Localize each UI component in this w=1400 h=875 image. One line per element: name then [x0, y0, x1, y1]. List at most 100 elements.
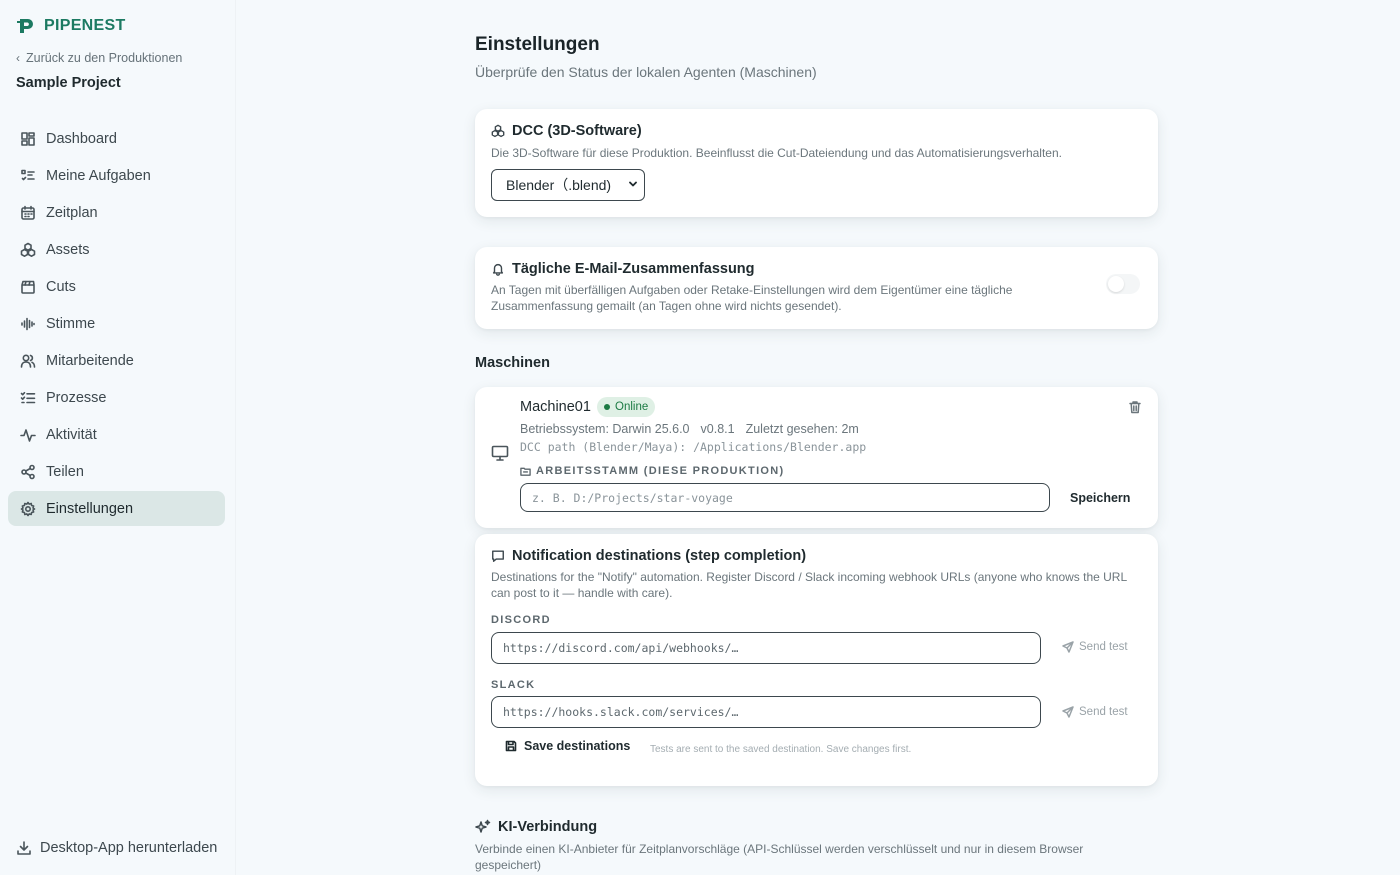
send-icon: [1062, 641, 1074, 653]
pipenest-logo-icon: [17, 19, 33, 33]
daily-email-title-label: Tägliche E-Mail-Zusammenfassung: [512, 261, 755, 277]
clapperboard-icon: [20, 279, 36, 295]
dcc-select[interactable]: Blender（.blend): [491, 169, 645, 201]
dashboard-icon: [20, 131, 36, 147]
sidebar-item-label: Stimme: [46, 315, 96, 332]
send-test-label: Send test: [1079, 706, 1128, 718]
sidebar-item-processes[interactable]: Prozesse: [8, 380, 225, 415]
sidebar-item-label: Meine Aufgaben: [46, 167, 151, 184]
sidebar-item-my-tasks[interactable]: Meine Aufgaben: [8, 158, 225, 193]
status-badge: Online: [597, 397, 656, 417]
daily-email-title: Tägliche E-Mail-Zusammenfassung: [491, 261, 755, 277]
task-list-icon: [20, 168, 36, 184]
share-icon: [20, 464, 36, 480]
folder-icon: [520, 467, 531, 476]
sidebar-item-label: Cuts: [46, 278, 76, 295]
status-badge-label: Online: [615, 401, 649, 413]
ai-connection-title: KI-Verbindung: [475, 819, 597, 835]
sidebar: PIPENEST ‹ Zurück zu den Produktionen Sa…: [0, 0, 236, 875]
daily-email-toggle[interactable]: [1106, 274, 1140, 294]
audio-wave-icon: [20, 316, 36, 332]
sidebar-item-label: Teilen: [46, 463, 84, 480]
dcc-description: Die 3D-Software für diese Produktion. Be…: [491, 146, 1062, 160]
project-name: Sample Project: [16, 75, 121, 91]
sidebar-item-members[interactable]: Mitarbeitende: [8, 343, 225, 378]
sidebar-item-cuts[interactable]: Cuts: [8, 269, 225, 304]
sidebar-item-share[interactable]: Teilen: [8, 454, 225, 489]
notify-description: Destinations for the "Notify" automation…: [491, 570, 1127, 600]
discord-placeholder: https://discord.com/api/webhooks/…: [503, 641, 739, 655]
sidebar-item-activity[interactable]: Aktivität: [8, 417, 225, 452]
sidebar-item-label: Zeitplan: [46, 204, 98, 221]
save-root-button[interactable]: Speichern: [1070, 491, 1130, 505]
sidebar-item-label: Aktivität: [46, 426, 97, 443]
machines-heading: Maschinen: [475, 355, 550, 371]
calendar-icon: [20, 205, 36, 221]
machine-last-seen: Zuletzt gesehen: 2m: [745, 422, 859, 436]
work-root-input[interactable]: z. B. D:/Projects/star-voyage: [520, 483, 1050, 512]
work-root-label-text: ARBEITSSTAMM (DIESE PRODUKTION): [536, 465, 785, 477]
sidebar-item-voice[interactable]: Stimme: [8, 306, 225, 341]
sidebar-item-label: Dashboard: [46, 130, 117, 147]
discord-send-test-button[interactable]: Send test: [1062, 641, 1128, 653]
machine-os: Betriebssystem: Darwin 25.6.0: [520, 422, 690, 436]
sidebar-item-label: Prozesse: [46, 389, 107, 406]
download-desktop-app-link[interactable]: Desktop-App herunterladen: [16, 840, 217, 856]
save-destinations-label: Save destinations: [524, 739, 631, 753]
discord-webhook-input[interactable]: https://discord.com/api/webhooks/…: [491, 632, 1041, 664]
download-icon: [17, 841, 31, 855]
chat-bubble-icon: [492, 550, 504, 562]
activity-icon: [20, 427, 36, 443]
send-test-label: Send test: [1079, 641, 1128, 653]
save-icon: [505, 740, 517, 752]
chevron-left-icon: ‹: [16, 51, 20, 65]
notify-title-label: Notification destinations (step completi…: [512, 548, 807, 564]
sidebar-nav: Dashboard Meine Aufgaben Zeitplan Assets…: [8, 121, 225, 528]
gear-icon: [20, 501, 36, 517]
slack-label: SLACK: [491, 679, 536, 691]
sidebar-item-label: Einstellungen: [46, 500, 134, 517]
slack-send-test-button[interactable]: Send test: [1062, 706, 1128, 718]
ai-connection-description: Verbinde einen KI-Anbieter für Zeitplanv…: [475, 842, 1084, 872]
work-root-placeholder: z. B. D:/Projects/star-voyage: [532, 490, 733, 505]
sidebar-item-assets[interactable]: Assets: [8, 232, 225, 267]
monitor-icon: [491, 444, 509, 462]
dcc-select-value: Blender（.blend): [506, 177, 612, 193]
back-to-productions-link[interactable]: ‹ Zurück zu den Produktionen: [16, 51, 182, 65]
toggle-knob: [1108, 276, 1124, 292]
status-dot-icon: [604, 404, 610, 410]
assets-icon: [491, 124, 505, 138]
machine-name: Machine01: [520, 399, 591, 415]
machine-meta: Betriebssystem: Darwin 25.6.0 v0.8.1 Zulet…: [520, 422, 870, 436]
machine-version: v0.8.1: [700, 422, 735, 436]
users-icon: [20, 353, 36, 369]
ai-connection-title-label: KI-Verbindung: [498, 819, 598, 835]
page-title: Einstellungen: [475, 34, 600, 55]
dcc-card: DCC (3D-Software) Die 3D-Software für di…: [475, 109, 1158, 217]
notify-title: Notification destinations (step completi…: [491, 548, 806, 564]
sidebar-item-dashboard[interactable]: Dashboard: [8, 121, 225, 156]
save-destinations-button[interactable]: Save destinations: [505, 739, 630, 753]
dcc-title-label: DCC (3D-Software): [512, 123, 642, 139]
sidebar-item-label: Assets: [46, 241, 90, 258]
sidebar-item-schedule[interactable]: Zeitplan: [8, 195, 225, 230]
sparkle-icon: [475, 819, 491, 833]
machine-dcc-path: DCC path (Blender/Maya): /Applications/B…: [520, 440, 867, 454]
slack-webhook-input[interactable]: https://hooks.slack.com/services/…: [491, 696, 1041, 728]
checklist-icon: [20, 390, 36, 406]
chevron-down-icon: [629, 181, 637, 187]
trash-icon[interactable]: [1128, 400, 1142, 414]
notification-destinations-card: Notification destinations (step completi…: [475, 534, 1158, 786]
slack-placeholder: https://hooks.slack.com/services/…: [503, 705, 739, 719]
brand[interactable]: PIPENEST: [16, 16, 126, 36]
bell-icon: [492, 263, 504, 276]
discord-label: DISCORD: [491, 614, 551, 626]
assets-icon: [20, 242, 36, 258]
sidebar-item-settings[interactable]: Einstellungen: [8, 491, 225, 526]
sidebar-item-label: Mitarbeitende: [46, 352, 134, 369]
dcc-title: DCC (3D-Software): [491, 123, 642, 139]
work-root-label: ARBEITSSTAMM (DIESE PRODUKTION): [520, 465, 784, 477]
page-subtitle: Überprüfe den Status der lokalen Agenten…: [475, 64, 817, 80]
brand-name: PIPENEST: [44, 17, 126, 34]
download-label: Desktop-App herunterladen: [40, 840, 218, 856]
